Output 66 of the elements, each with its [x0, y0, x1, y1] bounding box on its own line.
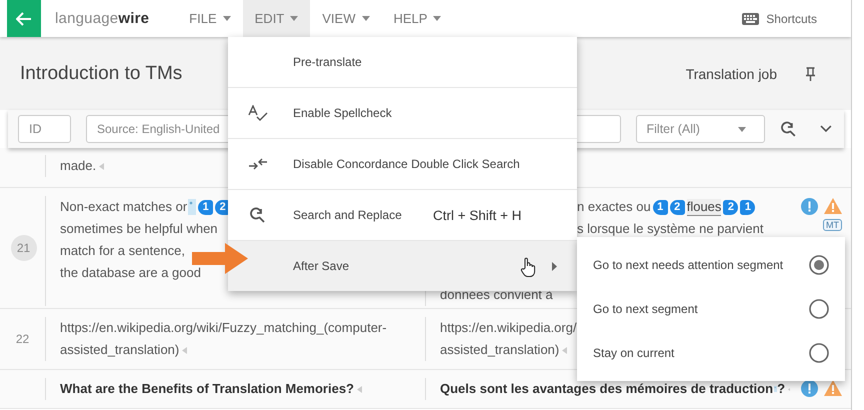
tag-marker[interactable]: 2	[723, 200, 738, 214]
back-arrow-icon	[16, 12, 32, 26]
segment-text: n exactes ou	[577, 198, 651, 216]
radio-button[interactable]	[809, 343, 829, 363]
tag-marker[interactable]: 1	[740, 200, 756, 214]
segment-text: assisted_translation)	[440, 341, 560, 359]
caret-icon	[290, 16, 298, 21]
menu-option[interactable]: Go to next segment	[577, 287, 845, 331]
id-field[interactable]: ID	[18, 115, 71, 143]
caret-icon	[738, 126, 746, 132]
segment-text: made.	[60, 157, 96, 175]
paragraph-mark-icon	[182, 346, 188, 354]
menu-item[interactable]: Disable Concordance Double Click Search	[228, 139, 577, 190]
segment-text: the database are a good	[60, 264, 201, 282]
submenu-caret-icon	[552, 262, 557, 270]
job-type-label: Translation job	[686, 66, 777, 82]
spellcheck-icon	[248, 105, 268, 121]
segment-text: Non-exact matches or	[60, 198, 188, 216]
logo: languagewire	[55, 10, 150, 27]
segment-number: 22	[16, 332, 30, 346]
fuzzy-match-text: floues	[686, 198, 722, 216]
segment-number: 21	[10, 235, 36, 261]
space-marker-icon	[188, 199, 196, 215]
menu-item[interactable]: Pre-translate	[228, 37, 577, 88]
document-title: Introduction to TMs	[20, 62, 184, 84]
paragraph-mark-icon	[99, 162, 104, 170]
segment-text: sometimes be helpful when	[60, 220, 218, 238]
segment-text: assisted_translation)	[60, 341, 180, 359]
tag-marker[interactable]: 2	[670, 200, 685, 214]
pin-icon[interactable]	[805, 66, 816, 80]
tag-marker[interactable]: 1	[652, 200, 668, 214]
segment-text: match for a sentence,	[60, 242, 186, 260]
menu-button[interactable]: FILE	[177, 0, 243, 37]
caret-icon	[362, 16, 370, 21]
segment-text: ?	[777, 380, 786, 398]
menu-button[interactable]: EDIT	[242, 0, 310, 37]
menu-option[interactable]: Go to next needs attention segment	[577, 243, 845, 287]
tag-marker[interactable]: 1	[198, 200, 214, 214]
info-icon	[801, 198, 818, 215]
caret-icon	[222, 16, 231, 21]
menu-item[interactable]: Enable Spellcheck	[228, 88, 577, 139]
chevron-down-icon[interactable]	[820, 125, 832, 133]
menu-button[interactable]: HELP	[382, 0, 454, 37]
machine-translation-badge: MT	[823, 219, 842, 231]
menu-button[interactable]: VIEW	[310, 0, 382, 37]
segment-text: s lorsque le système ne parvient	[577, 220, 764, 238]
menu-option[interactable]: Stay on current	[577, 331, 845, 375]
keyboard-icon	[742, 12, 760, 24]
paragraph-mark-icon	[357, 386, 362, 392]
search-replace-icon[interactable]	[780, 121, 798, 137]
back-button[interactable]	[7, 0, 41, 37]
caret-icon	[433, 16, 442, 21]
segment-text: https://en.wikipedia.org/	[440, 319, 577, 337]
filter-dropdown[interactable]: Filter (All)	[636, 115, 766, 143]
shortcuts-button[interactable]: Shortcuts	[736, 0, 823, 37]
paragraph-mark-icon	[562, 346, 568, 354]
segment-text: Quels sont les avantages des mémoires de traduction	[440, 380, 774, 398]
radio-button[interactable]	[809, 299, 829, 319]
arrows-icon	[248, 158, 268, 170]
segment-text: https://en.wikipedia.org/wiki/Fuzzy_matching_(computer-	[60, 319, 387, 337]
search-replace-icon	[249, 207, 266, 223]
segment-text: What are the Benefits of Translation Memories?	[60, 380, 354, 398]
warning-icon	[824, 198, 842, 214]
menu-item[interactable]: After Save	[228, 241, 577, 291]
hand-cursor-icon	[520, 257, 536, 277]
radio-button[interactable]	[809, 255, 829, 275]
